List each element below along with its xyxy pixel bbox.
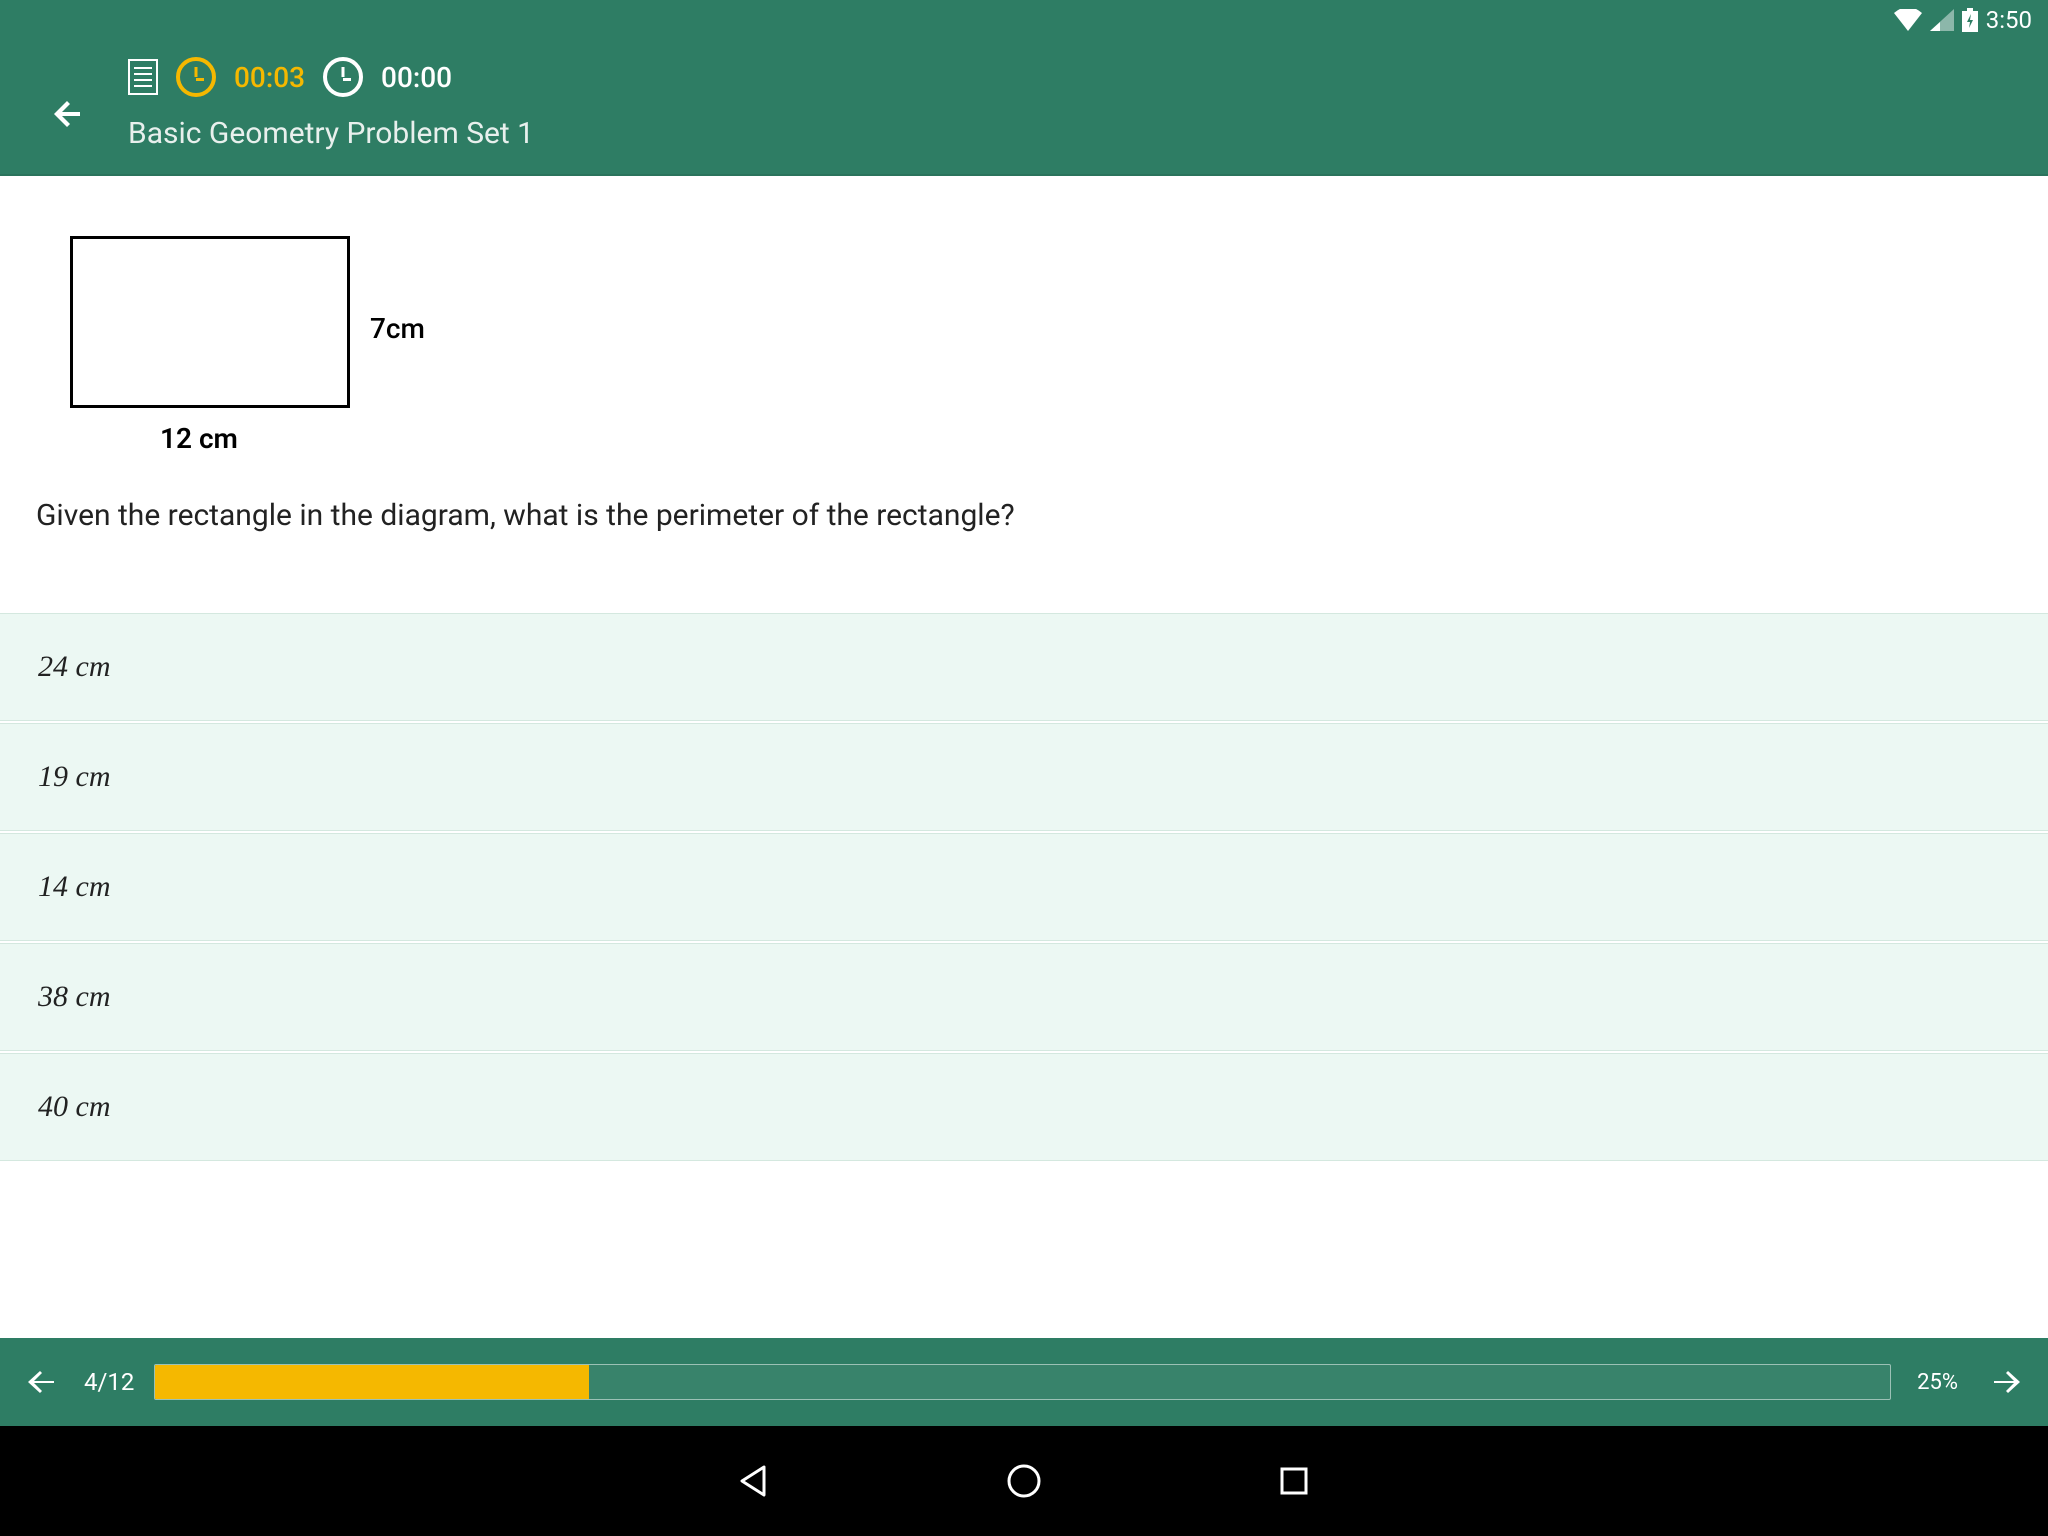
progress-bar[interactable] [154, 1364, 1891, 1400]
android-status-bar: 3:50 [0, 0, 2048, 40]
diagram-width-label: 12 cm [160, 422, 238, 455]
document-icon[interactable] [128, 59, 158, 95]
elapsed-clock-icon[interactable] [176, 57, 216, 97]
android-nav-bar [0, 1426, 2048, 1536]
back-button[interactable] [40, 84, 100, 144]
question-text: Given the rectangle in the diagram, what… [0, 438, 2048, 573]
elapsed-timer: 00:03 [234, 61, 305, 94]
answer-option[interactable]: 24 cm [0, 613, 2048, 721]
answer-option[interactable]: 14 cm [0, 833, 2048, 941]
signal-icon [1930, 9, 1954, 31]
content-area: 7cm 12 cm Given the rectangle in the dia… [0, 176, 2048, 1338]
progress-percent-label: 25% [1911, 1370, 1964, 1395]
android-home-button[interactable] [999, 1456, 1049, 1506]
answer-option[interactable]: 19 cm [0, 723, 2048, 831]
page-title: Basic Geometry Problem Set 1 [128, 116, 534, 151]
app-bar: 00:03 00:00 Basic Geometry Problem Set 1 [0, 40, 2048, 176]
android-recent-button[interactable] [1269, 1456, 1319, 1506]
wifi-icon [1894, 9, 1922, 31]
status-time: 3:50 [1986, 6, 2032, 34]
remaining-clock-icon[interactable] [323, 57, 363, 97]
battery-icon [1962, 8, 1978, 32]
answer-option[interactable]: 40 cm [0, 1053, 2048, 1161]
page-indicator: 4/12 [84, 1368, 134, 1396]
remaining-timer: 00:00 [381, 61, 452, 94]
diagram-area: 7cm 12 cm [0, 176, 2048, 438]
diagram-height-label: 7cm [370, 312, 425, 345]
next-question-button[interactable] [1984, 1360, 2028, 1404]
prev-question-button[interactable] [20, 1360, 64, 1404]
rectangle-diagram [70, 236, 350, 408]
answer-list: 24 cm 19 cm 14 cm 38 cm 40 cm [0, 613, 2048, 1161]
answer-option[interactable]: 38 cm [0, 943, 2048, 1051]
android-back-button[interactable] [729, 1456, 779, 1506]
footer-bar: 4/12 25% [0, 1338, 2048, 1426]
